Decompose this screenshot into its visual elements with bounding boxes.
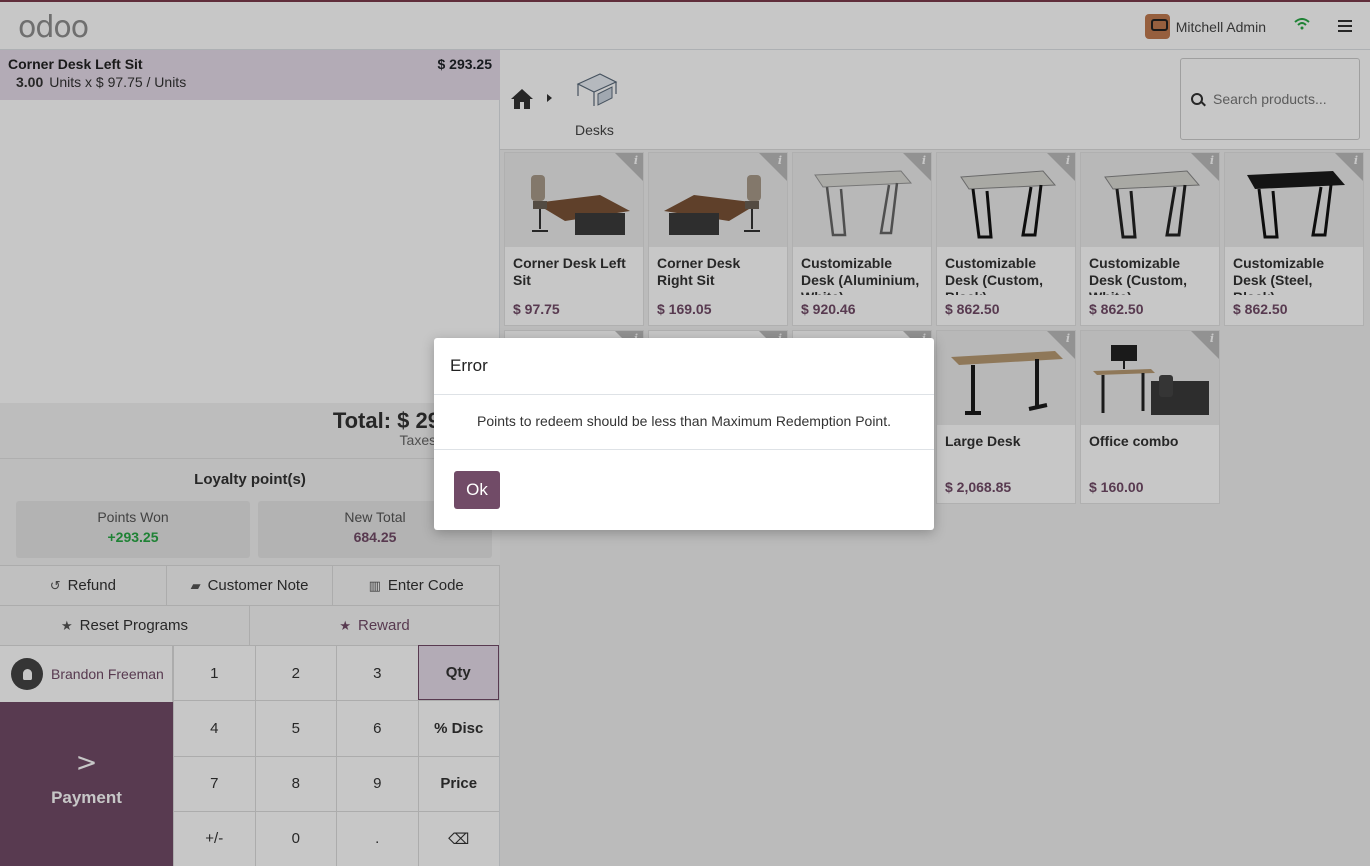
ok-button[interactable]: Ok: [454, 471, 500, 509]
dialog-message: Points to redeem should be less than Max…: [434, 395, 934, 450]
dialog-title: Error: [434, 338, 934, 395]
error-dialog: Error Points to redeem should be less th…: [434, 338, 934, 530]
